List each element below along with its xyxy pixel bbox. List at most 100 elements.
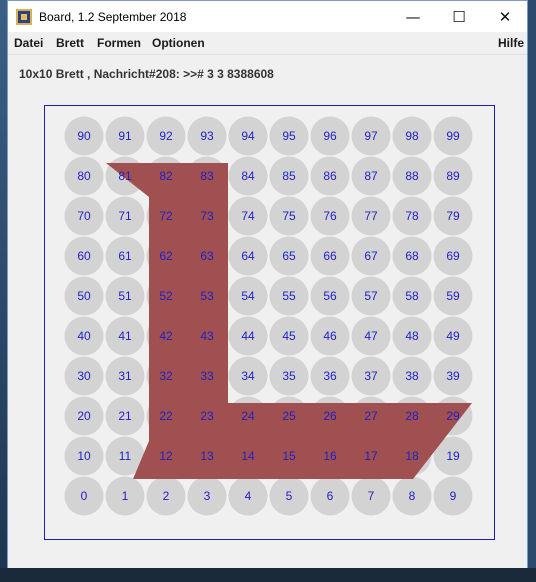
cell-label-2: 2 — [163, 489, 170, 503]
cell-label-69: 69 — [446, 249, 460, 263]
cell-label-10: 10 — [77, 449, 91, 463]
cell-label-95: 95 — [282, 129, 296, 143]
cell-label-24: 24 — [241, 409, 255, 423]
cell-label-99: 99 — [446, 129, 460, 143]
cell-label-21: 21 — [118, 409, 132, 423]
cell-label-12: 12 — [159, 449, 173, 463]
cell-label-98: 98 — [405, 129, 419, 143]
cell-label-77: 77 — [364, 209, 378, 223]
cell-label-7: 7 — [368, 489, 375, 503]
cell-label-88: 88 — [405, 169, 419, 183]
cell-label-19: 19 — [446, 449, 460, 463]
cell-label-41: 41 — [118, 329, 132, 343]
cell-label-87: 87 — [364, 169, 378, 183]
cell-label-73: 73 — [200, 209, 214, 223]
cell-label-83: 83 — [200, 169, 214, 183]
cell-label-79: 79 — [446, 209, 460, 223]
cell-label-27: 27 — [364, 409, 378, 423]
cell-label-25: 25 — [282, 409, 296, 423]
game-board[interactable]: 0 1 2 3 4 5 6 7 8 910 11 12 13 14 15 16 17 18 1920 21 22 23 24… — [8, 1, 529, 571]
cell-label-36: 36 — [323, 369, 337, 383]
cell-label-33: 33 — [200, 369, 214, 383]
cell-label-22: 22 — [159, 409, 173, 423]
cell-label-49: 49 — [446, 329, 460, 343]
cell-label-74: 74 — [241, 209, 255, 223]
cell-label-51: 51 — [118, 289, 132, 303]
cell-label-16: 16 — [323, 449, 337, 463]
cell-label-18: 18 — [405, 449, 419, 463]
cell-label-8: 8 — [409, 489, 416, 503]
cell-label-97: 97 — [364, 129, 378, 143]
cell-label-39: 39 — [446, 369, 460, 383]
cell-label-72: 72 — [159, 209, 173, 223]
cell-label-93: 93 — [200, 129, 214, 143]
cell-label-94: 94 — [241, 129, 255, 143]
taskbar — [0, 568, 536, 582]
cell-label-75: 75 — [282, 209, 296, 223]
cell-label-6: 6 — [327, 489, 334, 503]
cell-label-17: 17 — [364, 449, 378, 463]
cell-label-85: 85 — [282, 169, 296, 183]
cell-label-43: 43 — [200, 329, 214, 343]
cell-label-9: 9 — [450, 489, 457, 503]
cell-label-53: 53 — [200, 289, 214, 303]
cell-label-56: 56 — [323, 289, 337, 303]
cell-label-11: 11 — [119, 449, 132, 463]
cell-label-58: 58 — [405, 289, 419, 303]
cell-label-89: 89 — [446, 169, 460, 183]
cell-label-31: 31 — [118, 369, 132, 383]
cell-label-60: 60 — [77, 249, 91, 263]
cell-label-28: 28 — [405, 409, 419, 423]
cell-label-14: 14 — [241, 449, 255, 463]
cell-label-42: 42 — [159, 329, 173, 343]
cell-label-55: 55 — [282, 289, 296, 303]
cell-label-82: 82 — [159, 169, 173, 183]
cell-label-57: 57 — [364, 289, 378, 303]
cell-label-29: 29 — [446, 409, 460, 423]
cell-label-48: 48 — [405, 329, 419, 343]
cell-label-76: 76 — [323, 209, 337, 223]
cell-label-13: 13 — [200, 449, 214, 463]
cell-label-44: 44 — [241, 329, 255, 343]
cell-label-45: 45 — [282, 329, 296, 343]
cell-label-15: 15 — [282, 449, 296, 463]
cell-label-91: 91 — [118, 129, 132, 143]
cell-label-32: 32 — [159, 369, 173, 383]
cell-label-0: 0 — [81, 489, 88, 503]
cell-label-3: 3 — [204, 489, 211, 503]
cell-label-59: 59 — [446, 289, 460, 303]
cell-label-80: 80 — [77, 169, 91, 183]
cell-label-4: 4 — [245, 489, 252, 503]
cell-label-50: 50 — [77, 289, 91, 303]
cell-label-38: 38 — [405, 369, 419, 383]
cell-label-37: 37 — [364, 369, 378, 383]
cell-label-66: 66 — [323, 249, 337, 263]
cell-label-61: 61 — [118, 249, 132, 263]
cell-label-84: 84 — [241, 169, 255, 183]
cell-label-40: 40 — [77, 329, 91, 343]
cell-label-23: 23 — [200, 409, 214, 423]
cell-label-96: 96 — [323, 129, 337, 143]
cell-label-20: 20 — [77, 409, 91, 423]
cell-label-46: 46 — [323, 329, 337, 343]
cell-label-65: 65 — [282, 249, 296, 263]
cell-label-35: 35 — [282, 369, 296, 383]
board-window: Board, 1.2 September 2018 — ☐ ✕ Datei Br… — [7, 0, 528, 570]
cell-label-90: 90 — [77, 129, 91, 143]
cell-label-67: 67 — [364, 249, 378, 263]
cell-label-86: 86 — [323, 169, 337, 183]
cell-label-68: 68 — [405, 249, 419, 263]
cell-label-78: 78 — [405, 209, 419, 223]
cell-label-64: 64 — [241, 249, 255, 263]
cell-label-26: 26 — [323, 409, 337, 423]
cell-label-63: 63 — [200, 249, 214, 263]
cell-label-62: 62 — [159, 249, 173, 263]
cell-label-71: 71 — [118, 209, 132, 223]
cell-label-54: 54 — [241, 289, 255, 303]
cell-label-47: 47 — [364, 329, 378, 343]
cell-label-81: 81 — [118, 169, 132, 183]
cell-label-30: 30 — [77, 369, 91, 383]
cell-label-70: 70 — [77, 209, 91, 223]
cell-label-52: 52 — [159, 289, 173, 303]
cell-label-92: 92 — [159, 129, 173, 143]
